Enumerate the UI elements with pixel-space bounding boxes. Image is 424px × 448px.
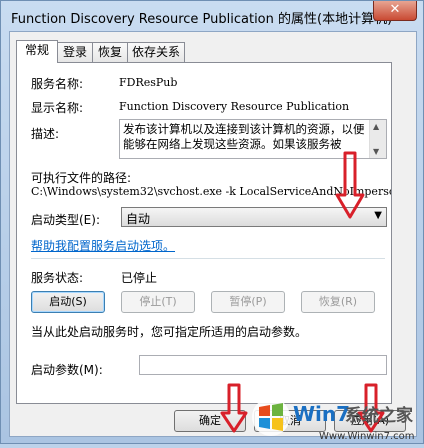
close-button[interactable]: ✕ bbox=[373, 1, 417, 21]
start-params-hint: 当从此处启动服务时，您可指定所适用的启动参数。 bbox=[31, 325, 308, 339]
description-scrollbar[interactable]: ▲ ▼ bbox=[369, 120, 386, 158]
scroll-down-icon[interactable]: ▼ bbox=[373, 147, 379, 156]
start-button-label: 启动(S) bbox=[49, 295, 87, 308]
svg-text:系统之家: 系统之家 bbox=[345, 405, 413, 426]
tab-logon-label: 登录 bbox=[62, 45, 87, 59]
divider bbox=[31, 258, 385, 259]
start-params-label: 启动参数(M): bbox=[31, 363, 103, 377]
ok-button-label: 确定 bbox=[199, 414, 221, 427]
svg-text:Win7: Win7 bbox=[293, 402, 350, 426]
service-status-value: 已停止 bbox=[121, 271, 158, 285]
exe-path-label: 可执行文件的路径: bbox=[31, 171, 132, 185]
help-configure-link[interactable]: 帮助我配置服务启动选项。 bbox=[31, 237, 175, 254]
close-icon: ✕ bbox=[389, 2, 401, 17]
tab-logon[interactable]: 登录 bbox=[57, 42, 93, 62]
service-name-value: FDResPub bbox=[119, 76, 178, 89]
description-label: 描述: bbox=[31, 127, 60, 141]
display-name-value: Function Discovery Resource Publication bbox=[119, 100, 350, 113]
dialog-client-area: 常规 登录 恢复 依存关系 服务名称: FDResPub 显示名称: Funct… bbox=[9, 31, 417, 437]
start-button[interactable]: 启动(S) bbox=[31, 291, 105, 313]
stop-button[interactable]: 停止(T) bbox=[121, 291, 195, 313]
svg-text:Www.Winwin7.com: Www.Winwin7.com bbox=[319, 431, 414, 442]
pause-button[interactable]: 暂停(P) bbox=[211, 291, 285, 313]
resume-button[interactable]: 恢复(R) bbox=[301, 291, 375, 313]
chevron-down-icon: ▼ bbox=[374, 210, 382, 221]
startup-type-value: 自动 bbox=[126, 212, 151, 226]
window-title: Function Discovery Resource Publication … bbox=[11, 12, 393, 27]
tab-general[interactable]: 常规 bbox=[16, 40, 58, 63]
stop-button-label: 停止(T) bbox=[139, 295, 177, 308]
tab-dependencies[interactable]: 依存关系 bbox=[127, 42, 185, 62]
watermark-logo: Win7 系统之家 Www.Winwin7.com bbox=[249, 389, 424, 445]
tab-dependencies-label: 依存关系 bbox=[131, 45, 180, 59]
pause-button-label: 暂停(P) bbox=[229, 295, 267, 308]
resume-button-label: 恢复(R) bbox=[318, 295, 358, 308]
service-status-label: 服务状态: bbox=[31, 271, 84, 285]
startup-type-label: 启动类型(E): bbox=[31, 213, 100, 227]
red-down-arrow-icon bbox=[335, 151, 365, 219]
red-down-arrow-icon bbox=[220, 383, 248, 433]
tab-recovery-label: 恢复 bbox=[97, 45, 122, 59]
title-bar[interactable]: Function Discovery Resource Publication … bbox=[1, 1, 423, 31]
start-params-input[interactable] bbox=[139, 355, 387, 375]
tab-general-label: 常规 bbox=[24, 43, 49, 57]
general-tab-panel: 服务名称: FDResPub 显示名称: Function Discovery … bbox=[16, 62, 392, 404]
scroll-up-icon[interactable]: ▲ bbox=[373, 122, 379, 131]
windows-logo-icon: Win7 系统之家 Www.Winwin7.com bbox=[252, 398, 414, 442]
tab-recovery[interactable]: 恢复 bbox=[92, 42, 128, 62]
description-text: 发布该计算机以及连接到该计算机的资源，以便能够在网络上发现这些资源。如果该服务被 bbox=[123, 122, 365, 151]
service-name-label: 服务名称: bbox=[31, 77, 84, 91]
display-name-label: 显示名称: bbox=[31, 101, 84, 115]
properties-window: Function Discovery Resource Publication … bbox=[0, 0, 424, 444]
